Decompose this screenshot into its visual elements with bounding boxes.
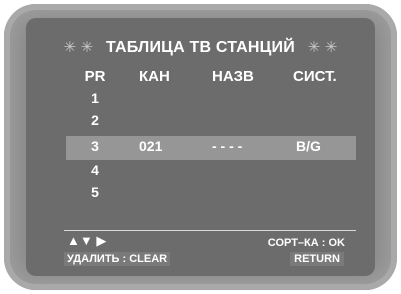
column-header-channel: КАН xyxy=(139,68,170,85)
row-pr: 1 xyxy=(91,90,99,106)
page-title: ✳ ✳ ТАБЛИЦА ТВ СТАНЦИЙ ✳ ✳ xyxy=(26,38,375,57)
table-row[interactable]: 1 xyxy=(26,90,375,112)
row-pr: 2 xyxy=(91,112,99,128)
row-name: - - - - xyxy=(212,138,243,154)
table-row[interactable]: 5 xyxy=(26,184,375,206)
row-pr: 4 xyxy=(91,162,99,178)
star-decor-left-icon: ✳ ✳ xyxy=(63,39,94,56)
row-channel: 021 xyxy=(139,138,163,154)
star-decor-right-icon: ✳ ✳ xyxy=(307,39,338,56)
table-row[interactable]: 4 xyxy=(26,162,375,184)
row-system: B/G xyxy=(296,138,321,154)
return-button[interactable]: RETURN xyxy=(290,252,344,266)
table-row[interactable]: 2 xyxy=(26,112,375,134)
sort-ok-hint[interactable]: СОРТ–КА : OK xyxy=(268,237,345,249)
column-header-system: СИСТ. xyxy=(293,68,337,85)
delete-clear-hint[interactable]: УДАЛИТЬ : CLEAR xyxy=(64,252,171,266)
column-header-name: НАЗВ xyxy=(212,68,254,85)
row-pr: 5 xyxy=(91,184,99,200)
row-pr: 3 xyxy=(91,138,99,154)
title-text: ТАБЛИЦА ТВ СТАНЦИЙ xyxy=(106,39,295,56)
footer-divider xyxy=(64,230,356,231)
table-row-selected[interactable]: 3 021 - - - - B/G xyxy=(66,136,356,160)
navigation-arrows-icon: ▲▼ ▶ xyxy=(67,233,107,248)
column-header-pr: PR xyxy=(84,68,106,85)
osd-screen: ✳ ✳ ТАБЛИЦА ТВ СТАНЦИЙ ✳ ✳ PR КАН НАЗВ С… xyxy=(26,18,375,276)
